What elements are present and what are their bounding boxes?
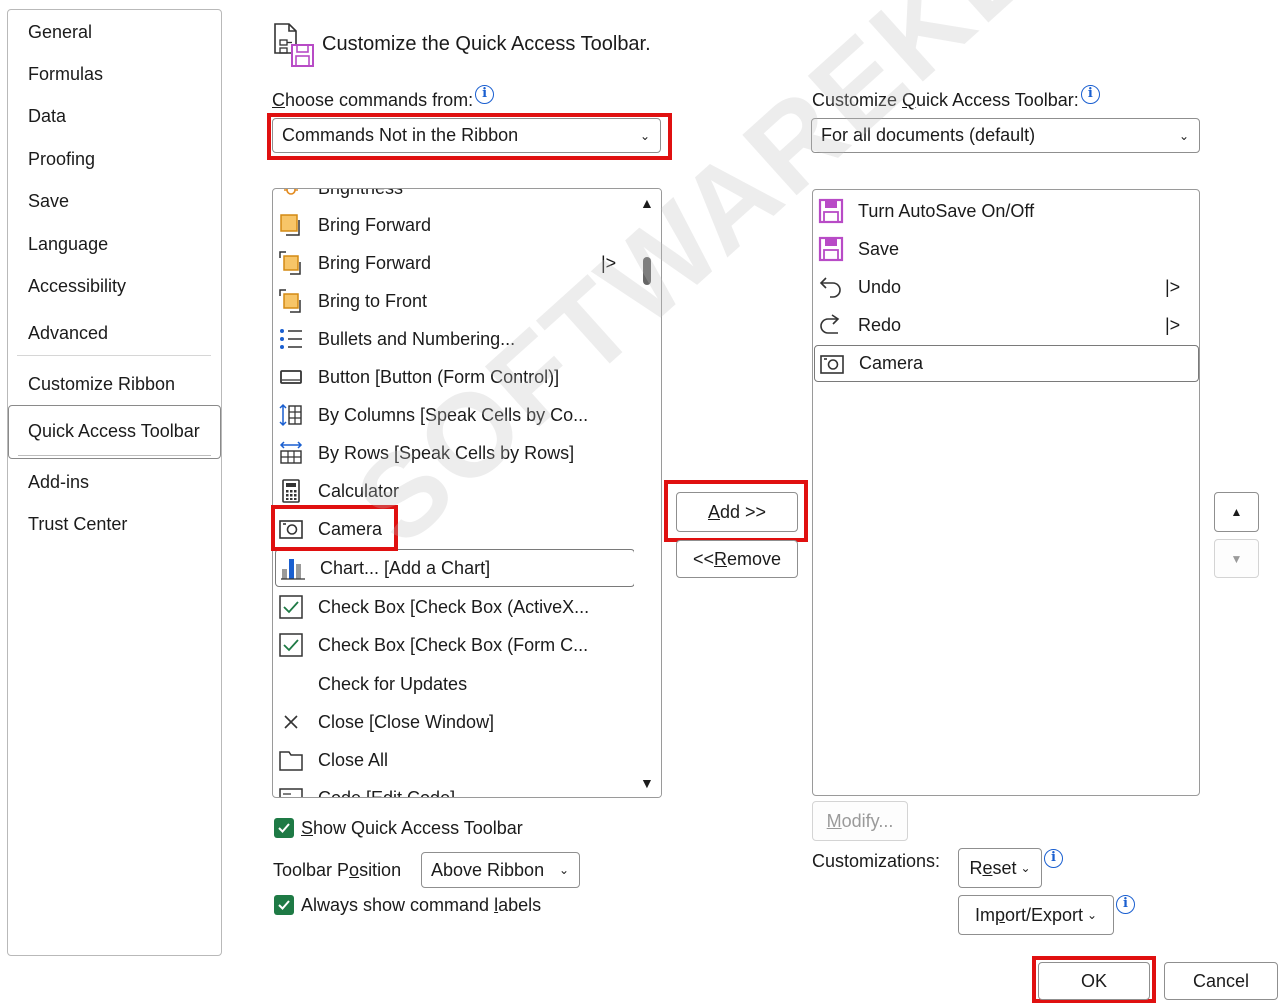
- ok-button[interactable]: OK: [1038, 962, 1150, 1000]
- nav-item-language[interactable]: Language: [28, 234, 108, 255]
- list-item[interactable]: By Columns [Speak Cells by Co...: [273, 396, 633, 434]
- scroll-up-arrow-icon[interactable]: ▲: [640, 195, 654, 211]
- toolbar-position-label: Toolbar Position: [273, 860, 402, 880]
- button-control-icon: [277, 363, 305, 391]
- save-icon: [817, 235, 845, 263]
- qat-commands-list[interactable]: Turn AutoSave On/Off Save Undo |> Redo |…: [812, 189, 1200, 796]
- nav-divider: [17, 355, 211, 356]
- page-title: Customize the Quick Access Toolbar.: [322, 33, 651, 55]
- autosave-icon: [817, 197, 845, 225]
- nav-item-save[interactable]: Save: [28, 191, 69, 212]
- import-export-button[interactable]: Im p ort/Export ⌄: [958, 895, 1114, 935]
- list-item[interactable]: Check Box [Check Box (ActiveX...: [273, 588, 633, 626]
- list-item[interactable]: Brightness: [273, 189, 633, 207]
- list-item-camera-selected[interactable]: Camera: [814, 345, 1199, 382]
- customize-qat-label: Customize Quick Access Toolbar: i: [812, 85, 1100, 111]
- close-all-icon: [277, 746, 305, 774]
- bring-to-front-icon: [277, 287, 305, 315]
- list-item[interactable]: Close All: [273, 741, 633, 779]
- customizations-label: Customizations:: [812, 851, 941, 871]
- always-show-labels-checkbox[interactable]: [274, 895, 294, 915]
- reset-button[interactable]: Re set ⌄: [958, 848, 1042, 888]
- chevron-down-icon: ⌄: [1178, 128, 1189, 143]
- submenu-arrow-icon: |>: [1165, 276, 1181, 297]
- list-item[interactable]: Button [Button (Form Control)]: [273, 358, 633, 396]
- nav-item-accessibility[interactable]: Accessibility: [28, 276, 126, 297]
- modify-button[interactable]: Modify...: [812, 801, 908, 841]
- add-button[interactable]: Add >>: [676, 492, 798, 532]
- triangle-up-icon: ▲: [1230, 505, 1243, 519]
- nav-item-trust-center[interactable]: Trust Center: [28, 514, 127, 535]
- nav-item-general[interactable]: General: [28, 22, 92, 43]
- chevron-down-icon: ⌄: [1020, 861, 1031, 875]
- list-item[interactable]: Check Box [Check Box (Form C...: [273, 626, 633, 664]
- list-item[interactable]: Bring to Front: [273, 282, 633, 320]
- info-icon[interactable]: i: [1116, 895, 1135, 914]
- chevron-down-icon: ⌄: [1086, 908, 1098, 922]
- redo-icon: [817, 311, 845, 339]
- scrollbar[interactable]: ▲ ▼: [634, 189, 661, 797]
- nav-item-customize-ribbon[interactable]: Customize Ribbon: [28, 374, 175, 395]
- scroll-down-arrow-icon[interactable]: ▼: [640, 775, 654, 791]
- nav-item-quick-access-toolbar[interactable]: Quick Access Toolbar: [28, 421, 200, 442]
- cancel-button[interactable]: Cancel: [1164, 962, 1278, 1000]
- brightness-icon: [277, 189, 305, 202]
- bring-forward-menu-icon: [277, 249, 305, 277]
- close-icon: [277, 708, 305, 736]
- choose-commands-label: Choose commands from: i: [272, 85, 495, 111]
- show-qat-checkbox[interactable]: [274, 818, 294, 838]
- list-item[interactable]: Bring Forward |>: [273, 244, 633, 282]
- checkbox-icon: [277, 631, 305, 659]
- info-icon[interactable]: i: [1080, 85, 1100, 104]
- checkbox-icon: [277, 593, 305, 621]
- list-item[interactable]: Redo |>: [813, 306, 1199, 344]
- qat-scope-dropdown[interactable]: For all documents (default) ⌄: [811, 118, 1200, 153]
- undo-icon: [817, 273, 845, 301]
- nav-item-data[interactable]: Data: [28, 106, 66, 127]
- camera-icon: [818, 350, 846, 378]
- info-icon[interactable]: i: [1044, 849, 1063, 868]
- by-rows-icon: [277, 439, 305, 467]
- list-item[interactable]: Turn AutoSave On/Off: [813, 192, 1199, 230]
- nav-item-formulas[interactable]: Formulas: [28, 64, 103, 85]
- move-down-button[interactable]: ▼: [1214, 539, 1259, 578]
- list-item[interactable]: Save: [813, 230, 1199, 268]
- move-up-button[interactable]: ▲: [1214, 492, 1259, 532]
- list-item[interactable]: Bring Forward: [273, 206, 633, 244]
- checkmark-icon: [278, 900, 290, 910]
- list-item[interactable]: Bullets and Numbering...: [273, 320, 633, 358]
- list-item[interactable]: Undo |>: [813, 268, 1199, 306]
- submenu-arrow-icon: |>: [1165, 314, 1181, 335]
- info-icon[interactable]: i: [475, 85, 495, 104]
- list-item[interactable]: Check for Updates: [273, 665, 633, 703]
- list-item[interactable]: By Rows [Speak Cells by Rows]: [273, 434, 633, 472]
- bring-forward-icon: [277, 211, 305, 239]
- toolbar-position-dropdown[interactable]: Above Ribbon ⌄: [421, 852, 580, 888]
- scrollbar-thumb[interactable]: [643, 257, 651, 285]
- remove-button[interactable]: << Remove: [676, 540, 798, 578]
- quick-access-toolbar-icon: [272, 21, 316, 69]
- nav-item-add-ins[interactable]: Add-ins: [28, 472, 89, 493]
- choose-commands-dropdown[interactable]: Commands Not in the Ribbon ⌄: [272, 118, 661, 153]
- list-item[interactable]: Code [Edit Code]: [273, 779, 633, 797]
- chevron-down-icon: ⌄: [558, 863, 569, 877]
- highlight-box: [271, 505, 398, 551]
- options-nav-pane: General Formulas Data Proofing Save Lang…: [7, 9, 222, 956]
- show-qat-label: Show Quick Access Toolbar: [301, 818, 523, 838]
- list-item[interactable]: Close [Close Window]: [273, 703, 633, 741]
- chart-icon: [279, 554, 307, 582]
- checkmark-icon: [278, 823, 290, 833]
- always-show-labels-label: Always show command labels: [301, 895, 542, 915]
- submenu-arrow-icon: |>: [601, 252, 617, 273]
- chevron-down-icon: ⌄: [639, 128, 650, 143]
- by-columns-icon: [277, 401, 305, 429]
- available-commands-list[interactable]: Brightness Bring Forward Bring Forward |…: [272, 188, 662, 798]
- calculator-icon: [277, 477, 305, 505]
- nav-item-advanced[interactable]: Advanced: [28, 323, 108, 344]
- code-icon: [277, 784, 305, 797]
- bullets-icon: [277, 325, 305, 353]
- triangle-down-icon: ▼: [1230, 551, 1243, 566]
- list-item-chart-focused[interactable]: Chart... [Add a Chart]: [275, 549, 635, 587]
- nav-item-proofing[interactable]: Proofing: [28, 149, 95, 170]
